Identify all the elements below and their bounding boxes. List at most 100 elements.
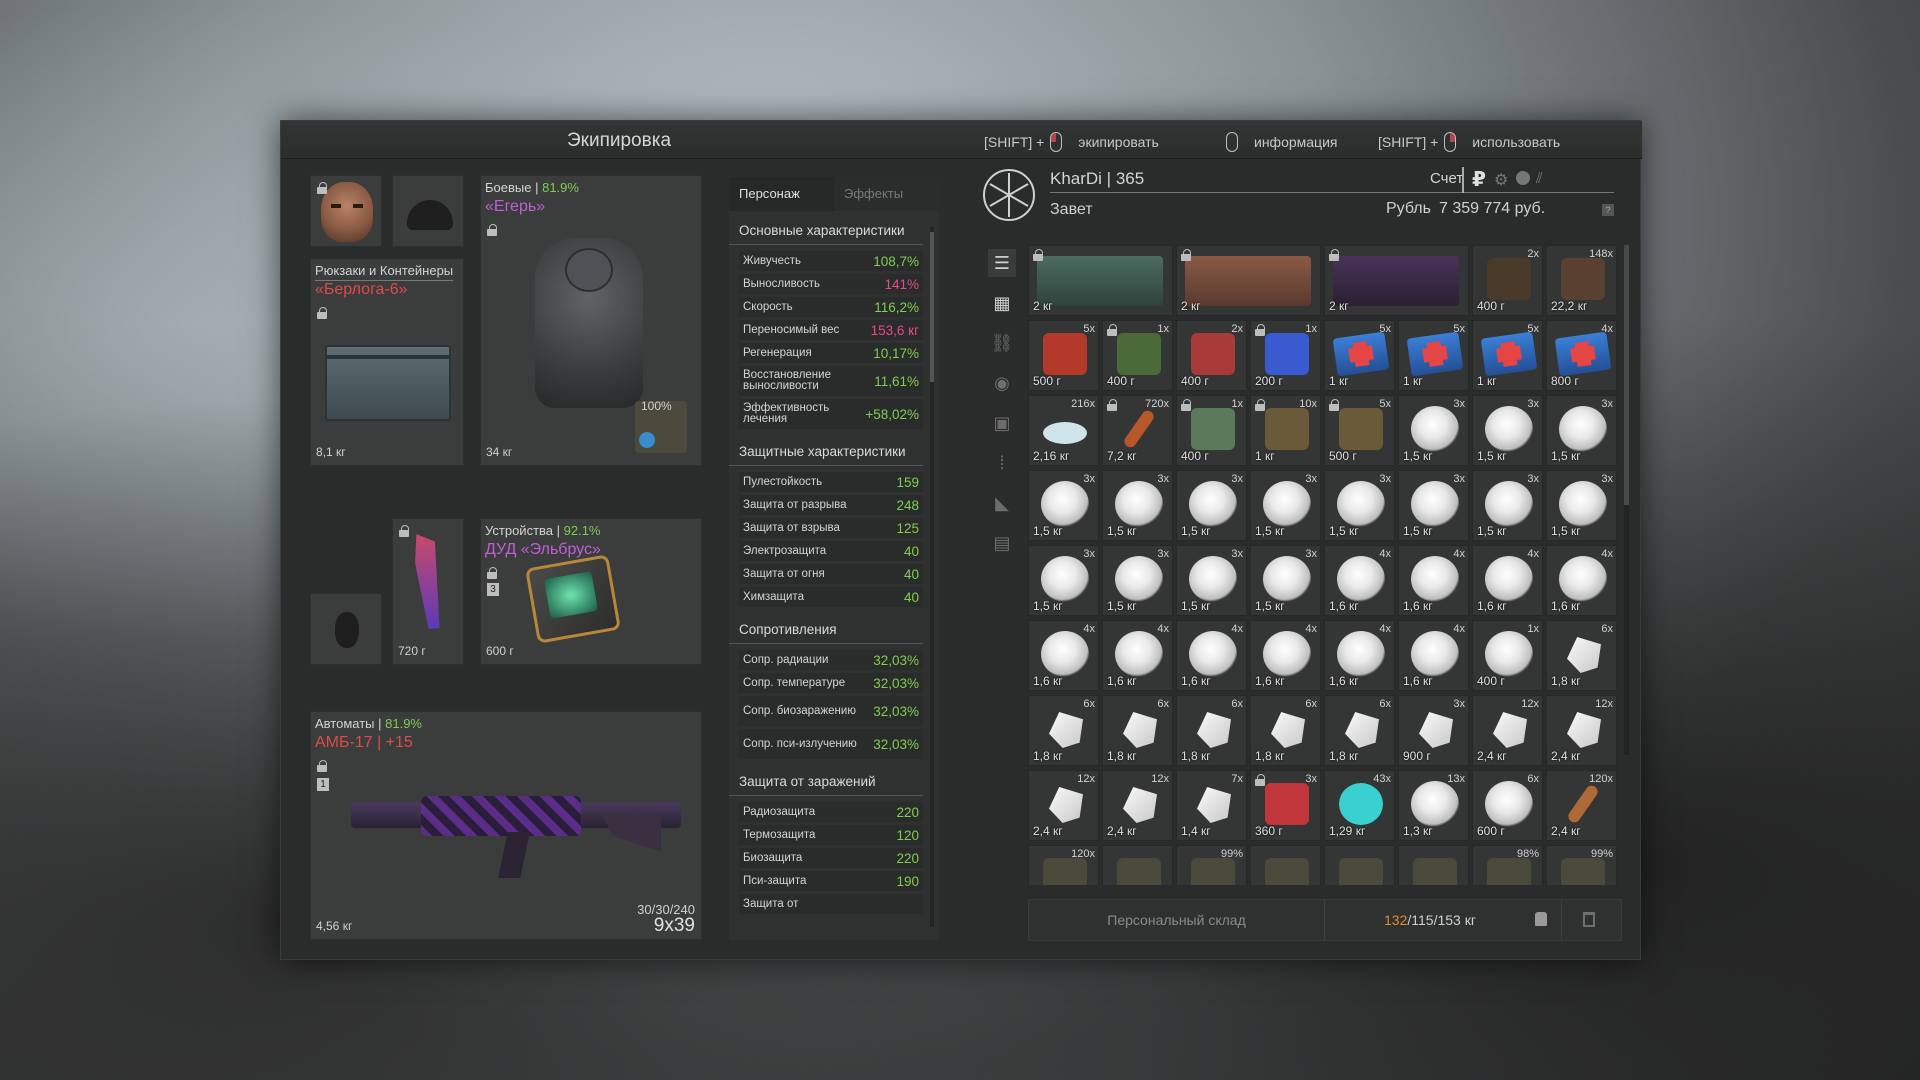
inventory-item[interactable]: 2 кг — [1324, 245, 1469, 316]
inventory-item[interactable]: 3x 1,5 кг — [1546, 470, 1617, 541]
storage-button[interactable]: Персональный склад — [1029, 900, 1325, 940]
weapon-slot[interactable]: Автоматы | 81.9% АМБ-17 | +15 1 30/30/24… — [310, 711, 702, 940]
inventory-scrollbar[interactable] — [1624, 245, 1629, 755]
inventory-item[interactable]: 5x 500 г — [1028, 320, 1099, 391]
inventory-item[interactable]: 4x 1,6 кг — [1324, 620, 1395, 691]
inventory-item[interactable]: 4x 1,6 кг — [1398, 545, 1469, 616]
backpack-slot[interactable]: Рюкзаки и Контейнеры «Берлога-6» 8,1 кг — [310, 258, 464, 466]
grenade-slot[interactable] — [310, 593, 382, 665]
inventory-item[interactable]: 5x 500 г — [1324, 395, 1395, 466]
stat-value: 40 — [903, 566, 919, 582]
inventory-item[interactable]: 43x 1,29 кг — [1324, 770, 1395, 841]
inventory-item[interactable]: 4x 1,6 кг — [1250, 620, 1321, 691]
stats-scrollbar[interactable] — [930, 227, 934, 927]
tab-character[interactable]: Персонаж — [729, 177, 834, 211]
inventory-item[interactable]: 3x 1,5 кг — [1472, 470, 1543, 541]
inventory-item[interactable]: 5x 1 кг — [1472, 320, 1543, 391]
inventory-item[interactable] — [1102, 845, 1173, 885]
inventory-item[interactable]: 6x 1,8 кг — [1102, 695, 1173, 766]
helmet-slot[interactable] — [392, 175, 464, 247]
inventory-item[interactable]: 3x 1,5 кг — [1472, 395, 1543, 466]
device-slot[interactable]: Устройства | 92.1% ДУД «Эльбрус» 3 600 г — [480, 518, 702, 665]
gear-currency-icon[interactable]: ⚙ — [1494, 170, 1508, 190]
inventory-item[interactable]: 10x 1 кг — [1250, 395, 1321, 466]
ruble-icon[interactable]: ₽ — [1472, 167, 1486, 192]
inventory-item[interactable]: 2x 400 г — [1176, 320, 1247, 391]
inventory-item[interactable] — [1398, 845, 1469, 885]
inventory-item[interactable] — [1324, 845, 1395, 885]
inventory-item[interactable]: 1x 400 г — [1102, 320, 1173, 391]
inventory-item[interactable]: 4x 1,6 кг — [1546, 545, 1617, 616]
filter-grid-icon[interactable]: ▦ — [988, 289, 1016, 317]
filter-list-icon[interactable]: ☰ — [988, 249, 1016, 277]
inventory-item[interactable]: 13x 1,3 кг — [1398, 770, 1469, 841]
inventory-item[interactable]: 216x 2,16 кг — [1028, 395, 1099, 466]
inventory-item[interactable]: 3x 1,5 кг — [1028, 545, 1099, 616]
armor-slot[interactable]: Боевые | 81.9% «Егерь» 100% 34 кг — [480, 175, 702, 466]
inventory-item[interactable]: 5x 1 кг — [1398, 320, 1469, 391]
inventory-item[interactable]: 12x 2,4 кг — [1028, 770, 1099, 841]
inventory-item[interactable]: 3x 1,5 кг — [1324, 470, 1395, 541]
inventory-item[interactable]: 4x 1,6 кг — [1472, 545, 1543, 616]
inventory-item[interactable]: 99% — [1546, 845, 1617, 885]
inventory-item[interactable]: 3x 1,5 кг — [1250, 470, 1321, 541]
filter-artifact-icon[interactable]: ◉ — [988, 369, 1016, 397]
inventory-item[interactable]: 4x 1,6 кг — [1398, 620, 1469, 691]
knife-slot[interactable]: 720 г — [392, 518, 464, 665]
inventory-item[interactable]: 1x 400 г — [1472, 620, 1543, 691]
inventory-item[interactable]: 7x 1,4 кг — [1176, 770, 1247, 841]
filter-ammo-icon[interactable]: ⁞ — [988, 449, 1016, 477]
inventory-item[interactable]: 4x 800 г — [1546, 320, 1617, 391]
inventory-item[interactable]: 3x 1,5 кг — [1176, 470, 1247, 541]
inventory-item[interactable]: 12x 2,4 кг — [1102, 770, 1173, 841]
shard-item-icon — [1567, 637, 1601, 673]
inventory-item[interactable]: 3x 360 г — [1250, 770, 1321, 841]
inventory-scroll-thumb[interactable] — [1624, 245, 1629, 505]
filter-box-icon[interactable]: ▤ — [988, 529, 1016, 557]
inventory-item[interactable]: 2 кг — [1028, 245, 1173, 316]
inventory-item[interactable]: 98% — [1472, 845, 1543, 885]
inventory-item[interactable]: 4x 1,6 кг — [1176, 620, 1247, 691]
inventory-item[interactable]: 6x 1,8 кг — [1324, 695, 1395, 766]
inventory-item[interactable] — [1250, 845, 1321, 885]
filter-container-icon[interactable]: ▣ — [988, 409, 1016, 437]
inventory-item[interactable]: 3x 1,5 кг — [1102, 470, 1173, 541]
inventory-item[interactable]: 6x 1,8 кг — [1546, 620, 1617, 691]
inventory-item[interactable]: 12x 2,4 кг — [1472, 695, 1543, 766]
inventory-item[interactable]: 4x 1,6 кг — [1324, 545, 1395, 616]
inventory-item[interactable]: 1x 200 г — [1250, 320, 1321, 391]
balance-info-icon[interactable]: ? — [1602, 204, 1614, 216]
filter-chain-icon[interactable]: ⛓ — [988, 329, 1016, 357]
inventory-item[interactable]: 6x 1,8 кг — [1176, 695, 1247, 766]
coin-icon[interactable] — [1516, 171, 1530, 185]
token-icon[interactable]: ⫽ — [1536, 170, 1543, 187]
inventory-item[interactable]: 6x 600 г — [1472, 770, 1543, 841]
inventory-item[interactable]: 6x 1,8 кг — [1028, 695, 1099, 766]
inventory-item[interactable]: 5x 1 кг — [1324, 320, 1395, 391]
inventory-item[interactable]: 3x 1,5 кг — [1176, 545, 1247, 616]
inventory-item[interactable]: 3x 1,5 кг — [1398, 470, 1469, 541]
trash-icon[interactable] — [1583, 912, 1595, 927]
inventory-item[interactable]: 1x 400 г — [1176, 395, 1247, 466]
inventory-item[interactable]: 3x 1,5 кг — [1250, 545, 1321, 616]
inventory-item[interactable]: 3x 1,5 кг — [1102, 545, 1173, 616]
inventory-item[interactable]: 3x 900 г — [1398, 695, 1469, 766]
inventory-item[interactable]: 120x — [1028, 845, 1099, 885]
inventory-item[interactable]: 2 кг — [1176, 245, 1321, 316]
inventory-item[interactable]: 148x 22,2 кг — [1546, 245, 1617, 316]
inventory-item[interactable]: 720x 7,2 кг — [1102, 395, 1173, 466]
tab-effects[interactable]: Эффекты — [834, 177, 939, 211]
portrait-slot[interactable] — [310, 175, 382, 247]
inventory-item[interactable]: 2x 400 г — [1472, 245, 1543, 316]
inventory-item[interactable]: 4x 1,6 кг — [1102, 620, 1173, 691]
inventory-item[interactable]: 4x 1,6 кг — [1028, 620, 1099, 691]
inventory-item[interactable]: 120x 2,4 кг — [1546, 770, 1617, 841]
inventory-item[interactable]: 3x 1,5 кг — [1398, 395, 1469, 466]
inventory-item[interactable]: 3x 1,5 кг — [1028, 470, 1099, 541]
inventory-item[interactable]: 99% — [1176, 845, 1247, 885]
inventory-item[interactable]: 12x 2,4 кг — [1546, 695, 1617, 766]
inventory-item[interactable]: 3x 1,5 кг — [1546, 395, 1617, 466]
filter-ruler-icon[interactable]: ◣ — [988, 489, 1016, 517]
inventory-item[interactable]: 6x 1,8 кг — [1250, 695, 1321, 766]
item-count: 148x — [1589, 248, 1613, 260]
